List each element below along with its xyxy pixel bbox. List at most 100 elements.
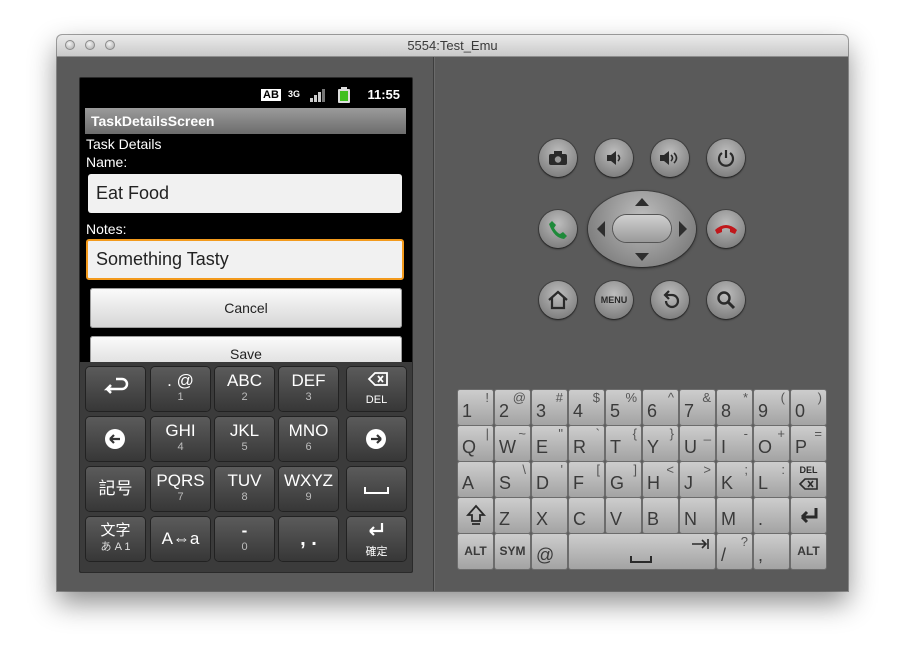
spacebar-key[interactable] [569, 534, 715, 569]
qwerty-key-row4-3[interactable]: V [606, 498, 641, 533]
punctuation-key[interactable]: , . [279, 517, 338, 561]
qwerty-key-row3-3[interactable]: F[ [569, 462, 604, 497]
qwerty-key-alt: { [632, 426, 637, 441]
end-call-button[interactable] [707, 210, 745, 248]
qwerty-key-row2-9[interactable]: P = [791, 426, 826, 461]
del-key[interactable]: DEL [791, 462, 826, 497]
key-3[interactable]: DEF 3 [279, 367, 338, 411]
dpad[interactable] [588, 191, 696, 267]
qwerty-key-row3-1[interactable]: S \ [495, 462, 530, 497]
input-mode-key[interactable]: 文字あ A 1 [86, 517, 145, 561]
phone-call-icon [549, 221, 567, 239]
key-7[interactable]: PQRS 7 [151, 467, 210, 511]
qwerty-key-row4-2[interactable]: C [569, 498, 604, 533]
camera-button[interactable] [539, 139, 577, 177]
qwerty-key-row2-0[interactable]: Q | [458, 426, 493, 461]
qwerty-key-row1-0[interactable]: 1! [458, 390, 493, 425]
case-toggle-key[interactable]: A⇔a [151, 517, 210, 561]
status-bar: AB 3G 11:55 [80, 78, 412, 108]
symbol-key[interactable]: 記号 [86, 467, 145, 511]
qwerty-key-row2-4[interactable]: T{ [606, 426, 641, 461]
call-button[interactable] [539, 210, 577, 248]
key-0-main: - [241, 521, 248, 540]
power-button[interactable] [707, 139, 745, 177]
qwerty-key-row1-8[interactable]: 9( [754, 390, 789, 425]
notes-field[interactable]: Something Tasty [86, 239, 404, 280]
ime-keyboard: . @1 ABC 2 DEF 3 DEL GHI 4 JKL 5 MNO 6 記号 PQR… [80, 362, 412, 572]
qwerty-key-main: 9 [758, 401, 769, 421]
key-8[interactable]: TUV 8 [215, 467, 274, 511]
comma-key[interactable]: , [754, 534, 789, 569]
delete-key[interactable]: DEL [347, 367, 406, 411]
qwerty-key-row2-1[interactable]: W ~ [495, 426, 530, 461]
qwerty-key-row1-4[interactable]: 5% [606, 390, 641, 425]
undo-key[interactable] [86, 367, 145, 411]
qwerty-key-row4-6[interactable]: M [717, 498, 752, 533]
qwerty-key-row1-5[interactable]: 6 ^ [643, 390, 678, 425]
volume-up-button[interactable] [651, 139, 689, 177]
menu-button[interactable]: MENU [595, 281, 633, 319]
enter-key[interactable] [791, 498, 826, 533]
qwerty-key-row1-9[interactable]: 0) [791, 390, 826, 425]
left-shift-key[interactable] [458, 498, 493, 533]
qwerty-key-main: H [647, 473, 660, 493]
key-6[interactable]: MNO 6 [279, 417, 338, 461]
qwerty-key-row3-2[interactable]: D ' [532, 462, 567, 497]
qwerty-key-row2-8[interactable]: O + [754, 426, 789, 461]
qwerty-key-row1-1[interactable]: 2 @ [495, 390, 530, 425]
key-3-sub: 3 [305, 391, 312, 403]
key-5[interactable]: JKL 5 [215, 417, 274, 461]
sym-key[interactable]: SYM [495, 534, 530, 569]
end-call-icon [715, 225, 737, 234]
input-mode-key-sub: あ A 1 [100, 541, 131, 553]
key-4[interactable]: GHI 4 [151, 417, 210, 461]
qwerty-key-row1-7[interactable]: 8 * [717, 390, 752, 425]
qwerty-key-row1-2[interactable]: 3 # [532, 390, 567, 425]
qwerty-key-main: 2 [499, 401, 510, 421]
at-key[interactable]: @ [532, 534, 567, 569]
qwerty-key-row1-6[interactable]: 7 & [680, 390, 715, 425]
key-0[interactable]: -0 [215, 517, 274, 561]
slash-key[interactable]: /? [717, 534, 752, 569]
qwerty-key-row2-5[interactable]: Y} [643, 426, 678, 461]
qwerty-key-row4-7[interactable]: . [754, 498, 789, 533]
qwerty-key-row2-7[interactable]: I- [717, 426, 752, 461]
signal-icon [310, 89, 325, 102]
key-2[interactable]: ABC 2 [215, 367, 274, 411]
qwerty-key-main: U [684, 437, 697, 457]
qwerty-key-row2-6[interactable]: U _ [680, 426, 715, 461]
qwerty-key-row3-6[interactable]: J > [680, 462, 715, 497]
qwerty-key-row4-0[interactable]: Z [495, 498, 530, 533]
key-1[interactable]: . @1 [151, 367, 210, 411]
back-button[interactable] [651, 281, 689, 319]
qwerty-key-row3-5[interactable]: H < [643, 462, 678, 497]
cursor-right-key[interactable] [347, 417, 406, 461]
notes-label: Notes: [86, 221, 127, 237]
qwerty-key-row3-8[interactable]: L: [754, 462, 789, 497]
qwerty-key-alt: ( [780, 390, 785, 405]
qwerty-key-row4-4[interactable]: B [643, 498, 678, 533]
left-alt-key[interactable]: ALT [458, 534, 493, 569]
home-button[interactable] [539, 281, 577, 319]
dpad-center-button[interactable] [613, 215, 671, 242]
qwerty-key-row3-7[interactable]: K; [717, 462, 752, 497]
key-9[interactable]: WXYZ 9 [279, 467, 338, 511]
key-1-main: . @ [167, 371, 194, 390]
volume-down-button[interactable] [595, 139, 633, 177]
cursor-left-key[interactable] [86, 417, 145, 461]
confirm-key[interactable]: 確定 [347, 517, 406, 561]
qwerty-key-main: 0 [795, 401, 806, 421]
search-button[interactable] [707, 281, 745, 319]
qwerty-key-row3-0[interactable]: A [458, 462, 493, 497]
cancel-button[interactable]: Cancel [90, 288, 402, 328]
right-alt-key[interactable]: ALT [791, 534, 826, 569]
qwerty-key-row4-5[interactable]: N [680, 498, 715, 533]
qwerty-key-row3-4[interactable]: G] [606, 462, 641, 497]
space-key[interactable] [347, 467, 406, 511]
qwerty-key-row2-3[interactable]: R ` [569, 426, 604, 461]
qwerty-key-row4-1[interactable]: X [532, 498, 567, 533]
name-field[interactable]: Eat Food [88, 174, 402, 213]
clock: 11:55 [367, 87, 400, 102]
qwerty-key-row2-2[interactable]: E " [532, 426, 567, 461]
qwerty-key-row1-3[interactable]: 4 $ [569, 390, 604, 425]
